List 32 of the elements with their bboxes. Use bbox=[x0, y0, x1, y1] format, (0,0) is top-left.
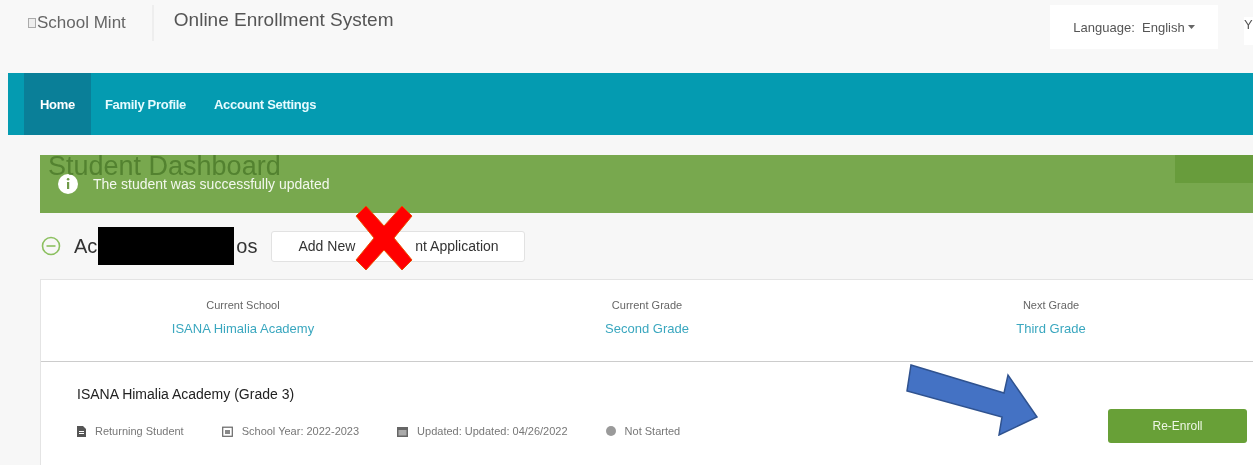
status-text: Not Started bbox=[624, 425, 681, 437]
summary-label: Current School bbox=[206, 299, 280, 311]
summary-label: Current Grade bbox=[611, 299, 683, 311]
nav-tab[interactable]: Account Settings bbox=[200, 73, 331, 135]
summary-link[interactable]: ISANA Himalia Academy bbox=[171, 321, 315, 336]
nav-tab[interactable]: Family Profile bbox=[90, 73, 200, 135]
application-title: ISANA Himalia Academy (Grade 3) bbox=[77, 386, 296, 402]
header-menu-item[interactable]: Y bbox=[1244, 17, 1253, 45]
info-icon bbox=[57, 173, 79, 195]
nav-tab[interactable]: Home bbox=[24, 73, 91, 135]
broken-image-logo: School Mint bbox=[28, 13, 126, 33]
calendar-icon bbox=[397, 425, 409, 437]
application-type: Returning Student bbox=[95, 425, 184, 437]
broken-image-icon bbox=[28, 18, 36, 28]
section-heading-start: Ac bbox=[74, 234, 98, 258]
summary-link[interactable]: Third Grade bbox=[1016, 321, 1086, 336]
updated-date: Updated: Updated: 04/26/2022 bbox=[417, 425, 568, 437]
school-year: School Year: 2022-2023 bbox=[241, 425, 360, 437]
alert-message: The student was successfully updated bbox=[93, 176, 330, 192]
re-enroll-button[interactable]: Re-Enroll bbox=[1108, 409, 1247, 443]
summary-link[interactable]: Second Grade bbox=[605, 321, 689, 336]
document-icon bbox=[77, 425, 86, 437]
caret-icon bbox=[1187, 25, 1195, 29]
app-title: Online Enrollment System bbox=[173, 9, 394, 31]
language-dropdown[interactable]: Language: English bbox=[1050, 5, 1218, 49]
summary-label: Next Grade bbox=[1022, 299, 1080, 311]
collapse-icon[interactable] bbox=[41, 236, 61, 256]
cross-mark-icon bbox=[354, 204, 414, 272]
status-dot bbox=[605, 426, 616, 436]
calendar-icon bbox=[221, 425, 233, 437]
section-heading-end: os bbox=[236, 234, 258, 258]
arrow-annotation-icon bbox=[906, 364, 1040, 436]
